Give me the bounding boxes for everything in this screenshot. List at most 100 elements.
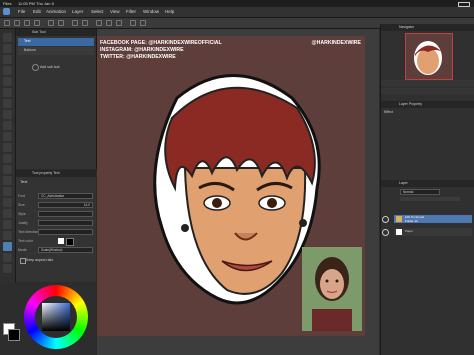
new-icon[interactable] — [14, 20, 20, 26]
property-row-justify[interactable]: Justify — [18, 219, 94, 227]
pencil-tool-icon[interactable] — [3, 121, 12, 130]
layer-sub-name: Folder 12 — [405, 219, 418, 223]
save-icon[interactable] — [34, 20, 40, 26]
size-value: 14.0 — [83, 203, 90, 207]
navigator-preview — [414, 41, 442, 75]
subtool-item-text-label: Text — [24, 39, 31, 43]
menu-animation[interactable]: Animation — [46, 9, 66, 14]
text-tool-icon[interactable] — [3, 242, 12, 251]
move-layer-tool-icon[interactable] — [3, 66, 12, 75]
folder-icon — [396, 216, 402, 222]
auto-select-tool-icon[interactable] — [3, 88, 12, 97]
blend-mode-select[interactable]: Normal — [400, 189, 440, 195]
navigator-header: Navigator — [381, 24, 474, 31]
figure-tool-icon[interactable] — [3, 209, 12, 218]
add-icon[interactable] — [32, 64, 39, 71]
property-row-direction[interactable]: Text direction — [18, 228, 94, 236]
layer-property-title: Layer Property — [399, 102, 422, 106]
layer-row-paper[interactable]: Paper — [382, 228, 472, 236]
subtool-item-balloon-label: Balloon — [24, 48, 36, 52]
ruler-icon[interactable] — [140, 20, 146, 26]
font-value: CC_AstroAvatar — [41, 194, 64, 198]
size-label: Size — [18, 203, 25, 207]
menu-bar: File Edit Animation Layer Select View Fi… — [0, 7, 474, 18]
open-icon[interactable] — [24, 20, 30, 26]
opacity-slider[interactable] — [400, 197, 460, 201]
text-color-swatch[interactable] — [58, 238, 64, 244]
sub-tool-header: Sub Tool — [16, 29, 96, 36]
paper-thumbnail — [396, 229, 402, 235]
pen-tool-icon[interactable] — [3, 110, 12, 119]
mode-value: Scale(Window) — [41, 248, 63, 252]
navigator-zoom-slider[interactable] — [381, 80, 474, 86]
menu-edit[interactable]: Edit — [33, 9, 41, 14]
status-carrier: Files — [3, 1, 12, 6]
crop-icon[interactable] — [116, 20, 122, 26]
balloon-tool-icon[interactable] — [3, 253, 12, 262]
ruler-tool-icon[interactable] — [3, 231, 12, 240]
property-row-color[interactable]: Text color — [18, 237, 94, 246]
effect-label: Effect — [384, 110, 393, 114]
style-label: Style — [18, 212, 26, 216]
menu-file[interactable]: File — [18, 9, 25, 14]
transform-icon[interactable] — [82, 20, 88, 26]
menu-filter[interactable]: Filter — [126, 9, 136, 14]
fill-tool-icon[interactable] — [3, 187, 12, 196]
status-bar: Files 11:05 PM Thu Jan 5 — [0, 0, 474, 7]
clear-icon[interactable] — [72, 20, 78, 26]
deselect-icon[interactable] — [96, 20, 102, 26]
eyedropper-tool-icon[interactable] — [3, 99, 12, 108]
mode-label: Mode — [18, 248, 27, 252]
correct-line-tool-icon[interactable] — [3, 264, 12, 273]
status-date: Thu Jan 5 — [36, 1, 54, 6]
layer-name: Paper — [405, 229, 414, 233]
canvas-text-facebook[interactable]: FACEBOOK PAGE: @HARKINDEXWIREOFFICIAL — [100, 40, 222, 46]
property-row-style[interactable]: Style — [18, 210, 94, 218]
saturation-square[interactable] — [42, 303, 70, 331]
menu-layer[interactable]: Layer — [72, 9, 83, 14]
menu-window[interactable]: Window — [143, 9, 159, 14]
menu-help[interactable]: Help — [165, 9, 174, 14]
add-sub-tool-button[interactable]: Add sub tool — [40, 65, 59, 70]
snap-icon[interactable] — [130, 20, 136, 26]
invert-selection-icon[interactable] — [106, 20, 112, 26]
aspect-checkbox-label: Keep aspect ratio — [26, 258, 54, 262]
menu-select[interactable]: Select — [91, 9, 104, 14]
home-icon[interactable] — [4, 20, 10, 26]
property-row-size[interactable]: Size 14.0 — [18, 201, 94, 209]
blend-tool-icon[interactable] — [3, 176, 12, 185]
color-wheel-panel — [0, 283, 96, 355]
justify-label: Justify — [18, 221, 28, 225]
undo-icon[interactable] — [48, 20, 54, 26]
layer-property-header: Layer Property — [381, 101, 474, 108]
operation-tool-icon[interactable] — [3, 55, 12, 64]
eraser-tool-icon[interactable] — [3, 165, 12, 174]
canvas-text-handle[interactable]: @HARKINDEXWIRE — [312, 40, 361, 46]
property-row-font[interactable]: Font CC_AstroAvatar — [18, 192, 94, 200]
move-tool-icon[interactable] — [3, 44, 12, 53]
menu-view[interactable]: View — [110, 9, 120, 14]
decoration-tool-icon[interactable] — [3, 154, 12, 163]
subtool-item-balloon[interactable]: Balloon — [18, 47, 94, 55]
layer-header: Layer — [381, 180, 474, 187]
brush-tool-icon[interactable] — [3, 132, 12, 141]
sub-color-swatch-2[interactable] — [8, 329, 20, 341]
text-color-label: Text color — [18, 239, 33, 243]
frame-tool-icon[interactable] — [3, 220, 12, 229]
zoom-tool-icon[interactable] — [3, 33, 12, 42]
sub-color-swatch[interactable] — [66, 238, 74, 246]
layer-row-folder[interactable]: 100 % Normal Folder 12 — [382, 215, 472, 223]
navigator-thumbnail[interactable] — [405, 33, 453, 80]
property-row-mode[interactable]: Mode Scale(Window) — [18, 246, 94, 254]
visibility-eye-icon[interactable] — [382, 216, 389, 223]
airbrush-tool-icon[interactable] — [3, 143, 12, 152]
tool-name: Text — [20, 179, 28, 184]
sub-tool-panel: Sub Tool Text Balloon Add sub tool — [16, 29, 97, 169]
selection-tool-icon[interactable] — [3, 77, 12, 86]
canvas-text-instagram[interactable]: INSTAGRAM: @HARKINDEXWIRE — [100, 47, 184, 53]
subtool-item-text[interactable]: Text — [18, 38, 94, 46]
gradient-tool-icon[interactable] — [3, 198, 12, 207]
visibility-eye-icon[interactable] — [382, 229, 389, 236]
navigator-rotate-slider[interactable] — [381, 88, 474, 94]
redo-icon[interactable] — [58, 20, 64, 26]
